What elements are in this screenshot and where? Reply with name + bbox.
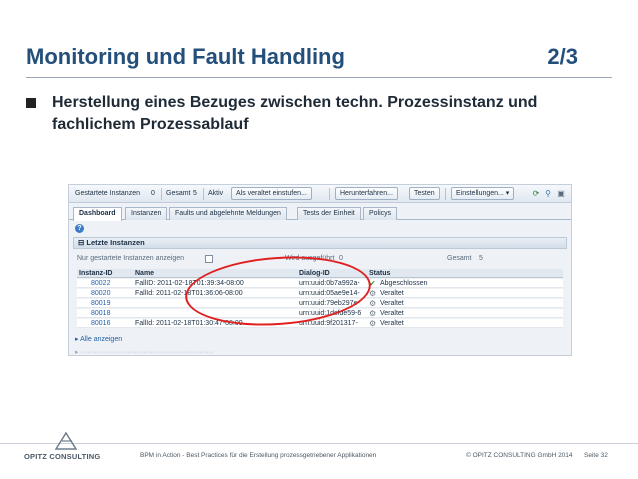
column-instance-id[interactable]: Instanz-ID <box>79 270 112 277</box>
show-all-label: Alle anzeigen <box>80 336 123 343</box>
toolbar-separator <box>329 188 330 200</box>
show-all-link[interactable]: ▸ Alle anzeigen <box>75 335 122 343</box>
collapsed-section: ▸ ······································… <box>75 349 214 356</box>
instance-id-link[interactable]: 80019 <box>91 300 110 307</box>
column-name[interactable]: Name <box>135 270 154 277</box>
gear-icon: ⚙ <box>369 309 377 318</box>
settings-button[interactable]: Einstellungen... ▾ <box>451 187 515 200</box>
instance-toolbar: Gestartete Instanzen 0 Gesamt 5 Aktiv Al… <box>69 185 571 203</box>
logo-mark-icon <box>54 432 78 450</box>
tab-instances[interactable]: Instanzen <box>125 207 168 220</box>
tab-policies[interactable]: Policys <box>363 207 398 220</box>
bullet-point: Herstellung eines Bezuges zwischen techn… <box>26 92 616 136</box>
status-text: Veraltet <box>380 320 404 327</box>
slide-title: Monitoring und Fault Handling <box>26 44 345 69</box>
bullet-text: Herstellung eines Bezuges zwischen techn… <box>52 94 538 133</box>
toolbar-separator <box>445 188 446 200</box>
total-value: 5 <box>193 190 197 197</box>
window-icon[interactable]: ▣ <box>556 189 566 199</box>
company-logo: OPITZ CONSULTING <box>24 432 100 466</box>
only-started-label: Nur gestartete Instanzen anzeigen <box>77 255 185 262</box>
embedded-screenshot: Gestartete Instanzen 0 Gesamt 5 Aktiv Al… <box>68 184 572 356</box>
column-status[interactable]: Status <box>369 270 390 277</box>
tab-unit-tests[interactable]: Tests der Einheit <box>297 207 361 220</box>
status-text: Veraltet <box>380 300 404 307</box>
footer-description: BPM in Action - Best Practices für die E… <box>140 452 377 459</box>
instance-id-link[interactable]: 80018 <box>91 310 110 317</box>
gear-icon: ⚙ <box>369 289 377 298</box>
filter-total-label: Gesamt <box>447 255 472 262</box>
refresh-icon[interactable]: ⟳ <box>531 189 541 199</box>
set-obsolete-button[interactable]: Als veraltet einstufen... <box>231 187 312 200</box>
status-text: Abgeschlossen <box>380 280 428 287</box>
panel-title: Letzte Instanzen <box>86 238 145 247</box>
footer-divider <box>0 443 638 444</box>
test-button[interactable]: Testen <box>409 187 440 200</box>
gear-icon: ⚙ <box>369 319 377 328</box>
instance-id-link[interactable]: 80022 <box>91 280 110 287</box>
toolbar-separator <box>161 188 162 200</box>
shutdown-button[interactable]: Herunterfahren... <box>335 187 398 200</box>
only-started-checkbox[interactable] <box>205 255 213 263</box>
started-instances-value: 0 <box>151 190 155 197</box>
gear-icon: ⚙ <box>369 299 377 308</box>
tab-strip: Dashboard Instanzen Faults und abgelehnt… <box>69 204 571 221</box>
started-instances-label: Gestartete Instanzen <box>75 190 140 197</box>
help-icon[interactable]: ? <box>75 224 84 233</box>
toolbar-separator <box>203 188 204 200</box>
table-row[interactable]: 80016 FallId: 2011-02-18T01:30:47-08:00 ur… <box>77 319 563 328</box>
footer-page-number: Seite 32 <box>584 452 608 459</box>
search-icon[interactable]: ⚲ <box>543 189 553 199</box>
tab-dashboard[interactable]: Dashboard <box>73 207 122 221</box>
recent-instances-header[interactable]: ⊟ Letzte Instanzen <box>73 237 567 249</box>
total-label: Gesamt <box>166 190 191 197</box>
filter-total-value: 5 <box>479 255 483 262</box>
footer-copyright: © OPITZ CONSULTING GmbH 2014 <box>466 452 573 459</box>
title-divider <box>26 77 612 78</box>
logo-text: OPITZ CONSULTING <box>24 452 101 461</box>
slide-pager: 2/3 <box>547 44 578 69</box>
tab-faults[interactable]: Faults und abgelehnte Meldungen <box>169 207 287 220</box>
bullet-square-icon <box>26 98 36 108</box>
status-text: Veraltet <box>380 310 404 317</box>
instance-id-link[interactable]: 80020 <box>91 290 110 297</box>
status-text: Veraltet <box>380 290 404 297</box>
instance-id-link[interactable]: 80016 <box>91 320 110 327</box>
active-label: Aktiv <box>208 190 224 197</box>
